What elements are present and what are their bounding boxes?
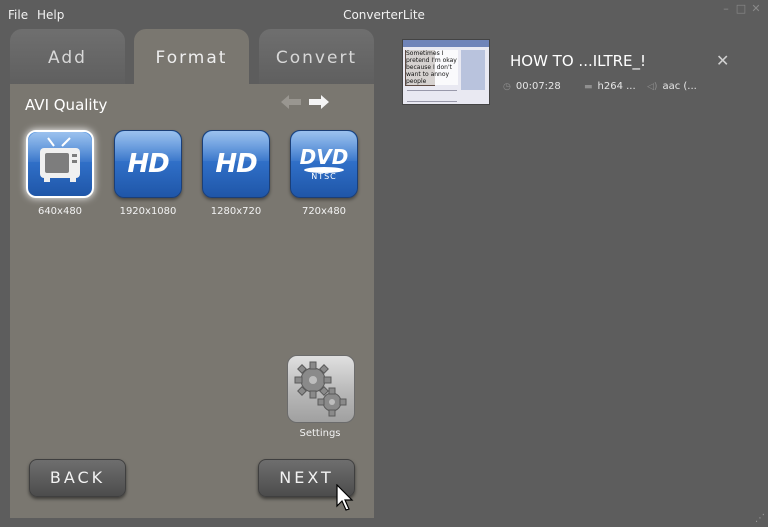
gears-icon[interactable] [287, 355, 355, 423]
tab-add[interactable]: Add [10, 29, 125, 85]
hd-icon[interactable]: HD [114, 130, 182, 198]
settings-button[interactable]: Settings [287, 355, 355, 439]
preset-640x480[interactable]: 640x480 [26, 130, 94, 217]
camera-icon: ▬ [584, 82, 593, 92]
tab-convert[interactable]: Convert [259, 29, 374, 85]
hd-badge: HD [127, 149, 169, 179]
settings-label: Settings [299, 428, 341, 439]
window-title: ConverterLite [343, 8, 425, 22]
close-window-icon[interactable]: ✕ [750, 3, 762, 15]
preset-720x480[interactable]: DVD NTSC 720x480 [290, 130, 358, 217]
arrow-left-icon[interactable] [280, 94, 302, 114]
speaker-icon: ◁) [647, 82, 658, 92]
resize-grip-icon[interactable]: ⋰ [755, 513, 765, 524]
preset-1920x1080[interactable]: HD 1920x1080 [114, 130, 182, 217]
hd-badge: HD [215, 149, 257, 179]
thumbnail-caption: Sometimes I pretend I'm okay because I d… [406, 50, 458, 85]
mouse-cursor-icon [336, 483, 354, 516]
ntsc-label: NTSC [311, 172, 337, 181]
dvd-video-icon[interactable]: DVD NTSC [290, 130, 358, 198]
tab-format[interactable]: Format [134, 29, 249, 85]
video-thumbnail: Sometimes I pretend I'm okay because I d… [402, 39, 490, 105]
arrow-right-icon[interactable] [308, 94, 330, 114]
audio-codec-value: aac (... [662, 81, 697, 92]
hd-icon[interactable]: HD [202, 130, 270, 198]
duration-value: 00:07:28 [515, 81, 561, 92]
preset-label: 1280x720 [210, 206, 262, 217]
duration-meta: ◷ 00:07:28 [503, 81, 561, 92]
remove-file-icon[interactable]: ✕ [716, 51, 729, 70]
preset-label: 1920x1080 [119, 206, 177, 217]
audio-codec-meta: ◁) aac (... [647, 81, 697, 92]
clock-icon: ◷ [503, 82, 511, 92]
back-button[interactable]: BACK [29, 459, 126, 497]
preset-label: 720x480 [301, 206, 347, 217]
video-codec-meta: ▬ h264 ... [584, 81, 636, 92]
video-codec-value: h264 ... [597, 81, 636, 92]
minimize-icon[interactable]: – [720, 3, 732, 15]
title-bar: File Help ConverterLite – □ ✕ [0, 0, 768, 28]
maximize-icon[interactable]: □ [735, 3, 747, 15]
quality-heading: AVI Quality [25, 96, 108, 114]
tv-icon[interactable] [26, 130, 94, 198]
file-title: HOW TO ...ILTRE_! [510, 52, 647, 70]
preset-label: 640x480 [37, 206, 83, 217]
preset-1280x720[interactable]: HD 1280x720 [202, 130, 270, 217]
